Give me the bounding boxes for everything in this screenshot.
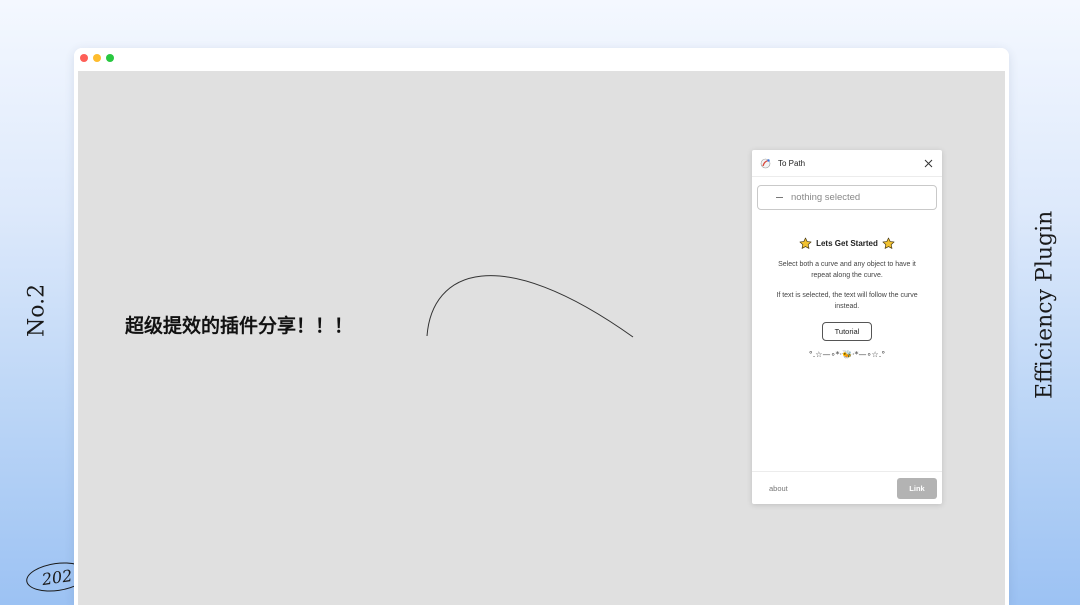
canvas-headline-text[interactable]: 超级提效的插件分享！！！	[125, 311, 353, 338]
star-icon	[799, 237, 812, 250]
to-path-plugin-panel: To Path nothing selected Lets Get Starte…	[752, 150, 942, 504]
panel-footer: about Link	[752, 471, 942, 504]
close-window-button[interactable]	[80, 54, 88, 62]
instruction-text: Select both a curve and any object to ha…	[778, 261, 916, 279]
slide-number-label: No.2	[24, 283, 50, 337]
app-window: 超级提效的插件分享！！！ To Path nothing selected Le…	[74, 48, 1009, 605]
close-icon[interactable]	[922, 157, 934, 169]
about-link[interactable]: about	[769, 484, 788, 493]
maximize-window-button[interactable]	[106, 54, 114, 62]
decorative-divider: °.☆—∘*·🐝·*—∘☆.°	[808, 350, 886, 359]
get-started-heading: Lets Get Started	[752, 237, 942, 250]
panel-title: To Path	[778, 158, 806, 168]
get-started-title: Lets Get Started	[816, 239, 878, 248]
design-canvas[interactable]: 超级提效的插件分享！！！ To Path nothing selected Le…	[78, 71, 1005, 605]
canvas-curve[interactable]	[418, 251, 648, 351]
link-button[interactable]: Link	[897, 477, 937, 499]
minimize-window-button[interactable]	[93, 54, 101, 62]
star-icon	[882, 237, 895, 250]
slide-side-title: Efficiency Plugin	[1032, 210, 1058, 400]
plugin-logo-icon	[760, 158, 771, 169]
tutorial-button[interactable]: Tutorial	[822, 322, 872, 341]
dash-icon	[776, 197, 783, 198]
panel-header: To Path	[752, 150, 942, 177]
text-follow-instruction: If text is selected, the text will follo…	[776, 292, 918, 310]
window-titlebar	[74, 48, 1009, 68]
curve-path	[426, 275, 634, 338]
selection-status-text: nothing selected	[791, 192, 861, 203]
selection-status-field: nothing selected	[757, 185, 937, 210]
